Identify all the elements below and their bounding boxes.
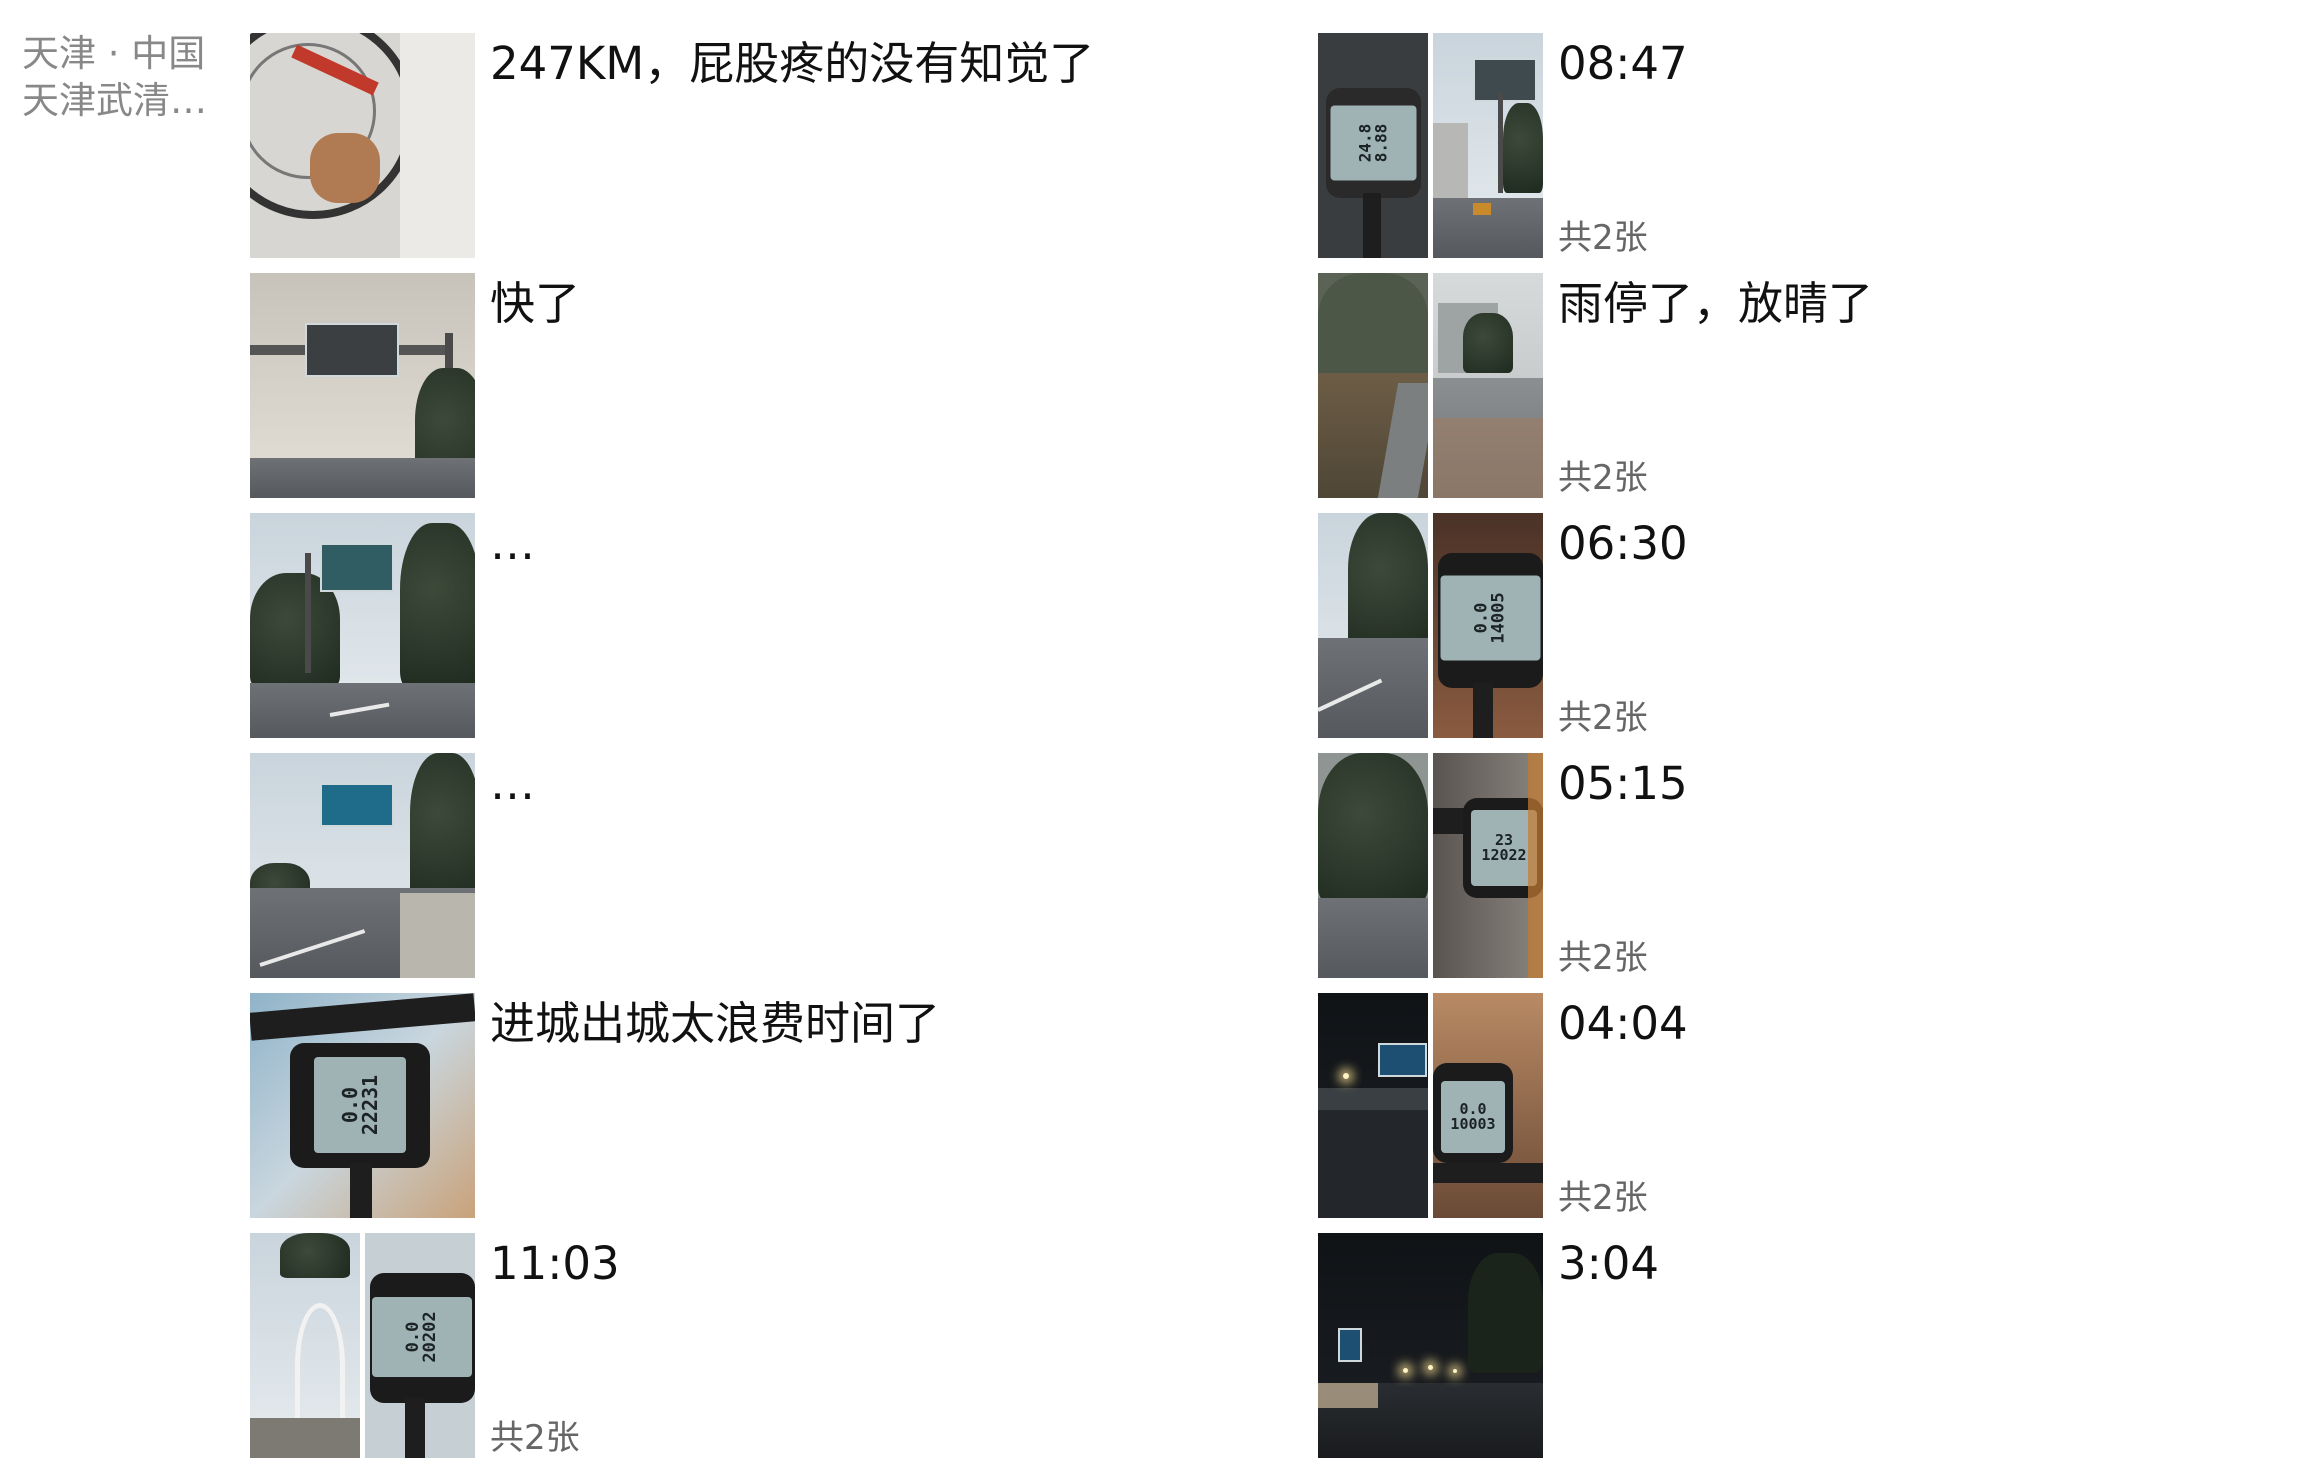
photo-bike-computer: 0.0 22231 (250, 993, 475, 1218)
post-caption: 08:47 (1558, 37, 1688, 90)
location-district: 天津武清… (22, 79, 207, 122)
feed-post[interactable]: 24.8 8.88 08:47 共2张 (1318, 33, 2313, 258)
photo-road-blue-sign (250, 753, 475, 978)
photo-road-sign (1433, 33, 1543, 258)
photo-roadside (1318, 273, 1428, 498)
photo-road-sign (250, 273, 475, 498)
post-thumbnail[interactable]: 0.0 22231 (250, 993, 475, 1218)
post-caption: 04:04 (1558, 997, 1688, 1050)
post-thumbnail[interactable] (250, 273, 475, 498)
post-caption: 05:15 (1558, 757, 1688, 810)
photo-bike-computer: 0.0 14005 (1433, 513, 1543, 738)
photo-bike-computer: 0.0 20202 (365, 1233, 475, 1458)
post-thumbnail[interactable] (250, 513, 475, 738)
album-feed: 天津 · 中国 天津武清… 247KM，屁股疼的没有知觉了 快了 … … 0.0… (0, 0, 2313, 1458)
post-thumbnail[interactable] (1318, 273, 1543, 498)
feed-post[interactable]: 23 12022 05:15 共2张 (1318, 753, 2313, 978)
photo-count: 共2张 (1558, 458, 1648, 498)
feed-column-left: 247KM，屁股疼的没有知觉了 快了 … … 0.0 22231 进城出城太浪费… (250, 33, 1250, 1458)
lcd-readout: 0.0 14005 (1440, 575, 1541, 661)
post-caption: … (490, 757, 535, 810)
photo-count: 共2张 (490, 1418, 580, 1458)
post-caption: 3:04 (1558, 1237, 1660, 1290)
post-caption: 进城出城太浪费时间了 (490, 997, 941, 1050)
photo-arch-bridge (250, 1233, 360, 1458)
post-thumbnail[interactable]: 0.0 10003 (1318, 993, 1543, 1218)
post-thumbnail[interactable]: 0.0 20202 (250, 1233, 475, 1458)
feed-post[interactable]: 247KM，屁股疼的没有知觉了 (250, 33, 1250, 258)
location-city: 天津 · 中国 (22, 32, 206, 75)
post-thumbnail[interactable] (1318, 1233, 1543, 1458)
location-label[interactable]: 天津 · 中国 天津武清… (22, 30, 247, 124)
lcd-readout: 0.0 20202 (372, 1297, 472, 1377)
feed-post[interactable]: … (250, 753, 1250, 978)
photo-bike-computer: 24.8 8.88 (1318, 33, 1428, 258)
photo-count: 共2张 (1558, 1178, 1648, 1218)
post-caption: 11:03 (490, 1237, 620, 1290)
post-thumbnail[interactable]: 0.0 14005 (1318, 513, 1543, 738)
feed-post[interactable]: 0.0 10003 04:04 共2张 (1318, 993, 2313, 1218)
feed-post[interactable]: 0.0 14005 06:30 共2张 (1318, 513, 2313, 738)
photo-tree-road (1318, 513, 1428, 738)
photo-count: 共2张 (1558, 938, 1648, 978)
photo-street-wet (1433, 273, 1543, 498)
post-caption: 快了 (490, 277, 581, 330)
post-thumbnail[interactable]: 24.8 8.88 (1318, 33, 1543, 258)
feed-column-right: 24.8 8.88 08:47 共2张 雨停了，放晴了 共2张 0.0 1400… (1318, 33, 2313, 1458)
photo-night-overpass (1318, 993, 1428, 1218)
lcd-readout: 0.0 10003 (1441, 1081, 1505, 1153)
post-thumbnail[interactable]: 23 12022 (1318, 753, 1543, 978)
post-caption: 雨停了，放晴了 (1558, 277, 1874, 330)
lcd-readout: 0.0 22231 (314, 1057, 406, 1153)
photo-count: 共2张 (1558, 698, 1648, 738)
photo-bike-wheel (250, 33, 475, 258)
post-caption: 247KM，屁股疼的没有知觉了 (490, 37, 1095, 90)
photo-highway (250, 513, 475, 738)
photo-bike-computer: 23 12022 (1433, 753, 1543, 978)
photo-count: 共2张 (1558, 218, 1648, 258)
post-thumbnail[interactable] (250, 753, 475, 978)
photo-night-road (1318, 1233, 1543, 1458)
post-caption: … (490, 517, 535, 570)
feed-post[interactable]: 0.0 20202 11:03 共2张 (250, 1233, 1250, 1458)
feed-post[interactable]: … (250, 513, 1250, 738)
photo-bike-computer: 0.0 10003 (1433, 993, 1543, 1218)
lcd-readout: 24.8 8.88 (1330, 105, 1417, 181)
feed-post[interactable]: 3:04 (1318, 1233, 2313, 1458)
feed-post[interactable]: 快了 (250, 273, 1250, 498)
post-caption: 06:30 (1558, 517, 1688, 570)
post-thumbnail[interactable] (250, 33, 475, 258)
feed-post[interactable]: 0.0 22231 进城出城太浪费时间了 (250, 993, 1250, 1218)
feed-post[interactable]: 雨停了，放晴了 共2张 (1318, 273, 2313, 498)
photo-tree-road (1318, 753, 1428, 978)
